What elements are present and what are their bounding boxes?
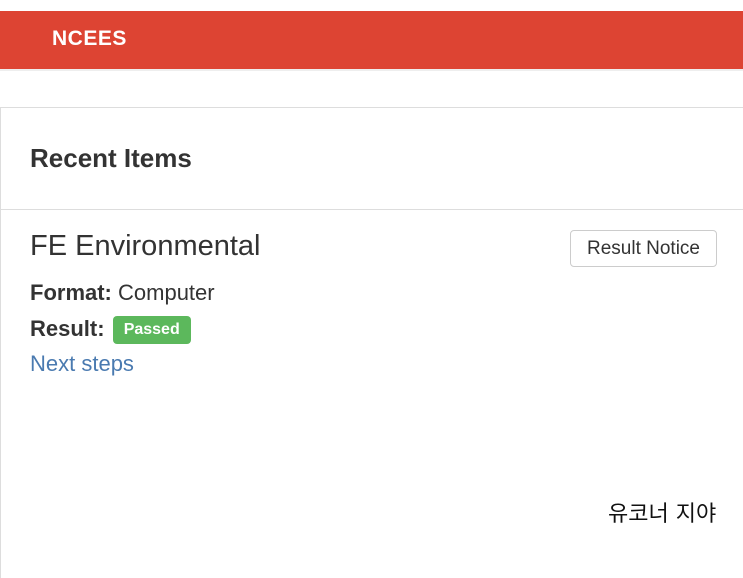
- format-row: Format: Computer: [30, 280, 215, 306]
- format-value: Computer: [118, 280, 215, 305]
- result-row: Result: Passed: [30, 316, 191, 344]
- panel-heading: Recent Items: [1, 108, 743, 210]
- header-divider: [0, 69, 743, 71]
- panel-title: Recent Items: [30, 143, 192, 173]
- site-header: NCEES: [0, 11, 743, 69]
- format-label: Format:: [30, 280, 112, 305]
- status-badge: Passed: [112, 316, 191, 344]
- result-label: Result:: [30, 316, 105, 341]
- ncees-logo[interactable]: NCEES: [52, 27, 127, 51]
- watermark-text: 유코너 지야: [608, 502, 717, 527]
- result-notice-button[interactable]: Result Notice: [570, 230, 717, 267]
- item-title: FE Environmental: [30, 230, 261, 262]
- browser-top-strip: [0, 0, 743, 11]
- next-steps-link[interactable]: Next steps: [30, 351, 134, 377]
